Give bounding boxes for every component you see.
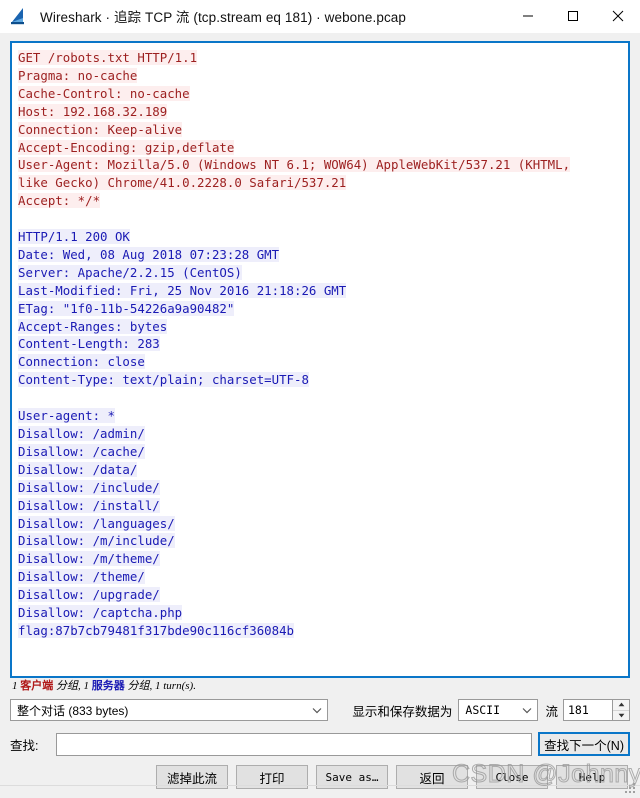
status-prefix: 1 bbox=[12, 680, 21, 692]
stream-request-line: Connection: Keep-alive bbox=[18, 121, 183, 137]
maximize-icon[interactable] bbox=[550, 0, 595, 32]
stream-body-line: Disallow: /m/theme/ bbox=[18, 551, 160, 567]
stream-request-line: Cache-Control: no-cache bbox=[18, 85, 190, 101]
resize-grip[interactable] bbox=[625, 783, 636, 794]
status-client-word: 客户端 bbox=[20, 680, 54, 692]
stepper-buttons[interactable] bbox=[612, 700, 629, 720]
chevron-down-icon bbox=[311, 707, 323, 714]
window-title: Wireshark · 追踪 TCP 流 (tcp.stream eq 181)… bbox=[40, 10, 407, 25]
stream-body-line: Disallow: /upgrade/ bbox=[18, 587, 160, 603]
stream-response-line: Last-Modified: Fri, 25 Nov 2016 21:18:26… bbox=[18, 282, 347, 298]
stream-response-line: Server: Apache/2.2.15 (CentOS) bbox=[18, 264, 242, 280]
stream-number-value[interactable]: 181 bbox=[564, 700, 612, 720]
stream-response-line: ETag: "1f0-11b-54226a9a90482" bbox=[18, 300, 235, 316]
stream-body-line: Disallow: /captcha.php bbox=[18, 605, 183, 621]
show-save-data-as-label: 显示和保存数据为 bbox=[352, 704, 453, 719]
stream-body-line: Disallow: /cache/ bbox=[18, 443, 145, 459]
stream-request-line: Host: 192.168.32.189 bbox=[18, 103, 168, 119]
stream-body-line: Disallow: /data/ bbox=[18, 461, 138, 477]
stream-body-line: Disallow: /admin/ bbox=[18, 426, 145, 441]
bottom-controls: 1 客户端 分组, 1 服务器 分组, 1 turn(s). 整个对话 (833… bbox=[0, 678, 640, 789]
stream-text: GET /robots.txt HTTP/1.1 Pragma: no-cache… bbox=[18, 49, 628, 640]
stepper-up-icon[interactable] bbox=[613, 700, 629, 711]
encoding-select-value: ASCII bbox=[465, 703, 501, 717]
window-controls bbox=[505, 0, 640, 32]
find-label: 查找: bbox=[10, 738, 39, 753]
stream-body-line: Disallow: /m/include/ bbox=[18, 533, 175, 549]
title-bar: Wireshark · 追踪 TCP 流 (tcp.stream eq 181)… bbox=[0, 0, 640, 33]
stream-request-line: Accept: */* bbox=[18, 193, 101, 209]
stream-label: 流 bbox=[545, 704, 558, 719]
stream-response-line: Content-Length: 283 bbox=[18, 336, 160, 352]
status-middle: 分组, 1 bbox=[53, 680, 92, 692]
stream-request-line: Pragma: no-cache bbox=[18, 67, 138, 83]
stream-body-line: User-agent: * bbox=[18, 408, 115, 424]
encoding-select[interactable]: ASCII bbox=[458, 699, 539, 721]
find-next-button[interactable]: 查找下一个(N) bbox=[538, 732, 630, 756]
stream-response-line: Date: Wed, 08 Aug 2018 07:23:28 GMT bbox=[18, 246, 280, 262]
status-server-word: 服务器 bbox=[91, 680, 125, 692]
stream-body-line: Disallow: /include/ bbox=[18, 479, 160, 495]
stream-request-line: User-Agent: Mozilla/5.0 (Windows NT 6.1;… bbox=[18, 157, 571, 173]
conversation-select-value: 整个对话 (833 bytes) bbox=[17, 703, 129, 718]
stream-blank-line bbox=[18, 210, 628, 228]
packet-count-status: 1 客户端 分组, 1 服务器 分组, 1 turn(s). bbox=[10, 678, 630, 694]
stepper-down-icon[interactable] bbox=[613, 711, 629, 721]
stream-number-stepper[interactable]: 181 bbox=[563, 699, 630, 721]
wireshark-fin-icon bbox=[10, 6, 32, 26]
stream-body-line: Disallow: /theme/ bbox=[18, 569, 145, 585]
stream-request-line: GET /robots.txt HTTP/1.1 bbox=[18, 50, 198, 65]
stream-body-line: Disallow: /install/ bbox=[18, 497, 160, 513]
stream-response-line: Content-Type: text/plain; charset=UTF-8 bbox=[18, 372, 309, 388]
stream-request-line: Accept-Encoding: gzip,deflate bbox=[18, 139, 235, 155]
stream-response-line: HTTP/1.1 200 OK bbox=[18, 229, 130, 245]
find-input[interactable] bbox=[56, 732, 533, 756]
stream-response-line: Accept-Ranges: bytes bbox=[18, 318, 168, 334]
conversation-select[interactable]: 整个对话 (833 bytes) bbox=[10, 699, 329, 721]
stream-body-line: Disallow: /languages/ bbox=[18, 515, 175, 531]
find-row: 查找: 查找下一个(N) bbox=[10, 732, 630, 756]
stream-blank-line bbox=[18, 389, 628, 407]
tcp-stream-content-pane[interactable]: GET /robots.txt HTTP/1.1 Pragma: no-cache… bbox=[10, 41, 630, 678]
stream-pane-wrapper: GET /robots.txt HTTP/1.1 Pragma: no-cache… bbox=[0, 33, 640, 678]
status-suffix: 分组, 1 turn(s). bbox=[124, 680, 196, 692]
stream-body-line: flag:87b7cb79481f317bde90c116cf36084b bbox=[18, 622, 295, 638]
stream-request-line: like Gecko) Chrome/41.0.2228.0 Safari/53… bbox=[18, 175, 347, 191]
close-icon[interactable] bbox=[595, 0, 640, 32]
minimize-icon[interactable] bbox=[505, 0, 550, 32]
stream-response-line: Connection: close bbox=[18, 354, 145, 370]
bottom-divider bbox=[0, 785, 640, 786]
stream-options-row: 整个对话 (833 bytes) 显示和保存数据为 ASCII 流 181 bbox=[10, 699, 630, 721]
chevron-down-icon bbox=[521, 707, 533, 714]
